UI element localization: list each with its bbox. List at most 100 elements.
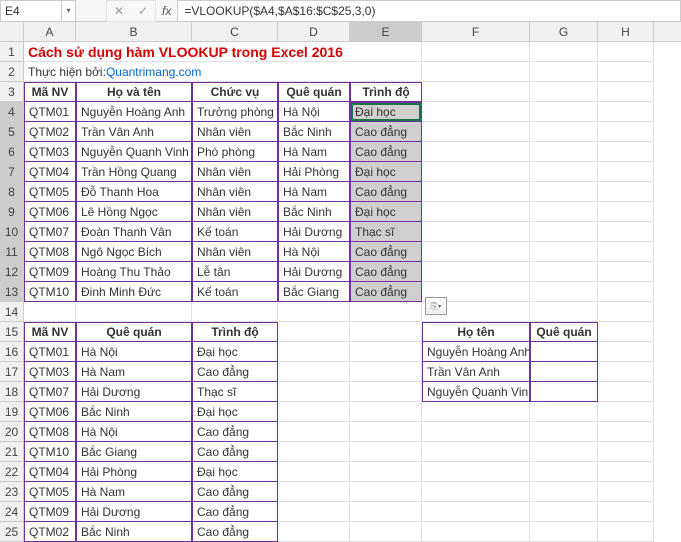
row-header[interactable]: 20 [0, 422, 24, 442]
cell[interactable] [278, 402, 350, 422]
cell[interactable]: Đại học [350, 202, 422, 222]
cell[interactable] [422, 42, 530, 62]
cell[interactable] [530, 62, 598, 82]
row-header[interactable]: 14 [0, 302, 24, 322]
cell[interactable]: Lê Hồng Ngọc [76, 202, 192, 222]
cell[interactable] [598, 442, 654, 462]
row-header[interactable]: 2 [0, 62, 24, 82]
cell[interactable]: Phó phòng [192, 142, 278, 162]
cell[interactable] [350, 442, 422, 462]
cell[interactable] [598, 102, 654, 122]
cell[interactable] [422, 182, 530, 202]
cell[interactable]: QTM04 [24, 162, 76, 182]
cell[interactable]: Hà Nam [76, 482, 192, 502]
cell[interactable]: Hải Dương [278, 222, 350, 242]
cell[interactable] [598, 242, 654, 262]
cell[interactable]: QTM10 [24, 282, 76, 302]
cell[interactable] [598, 342, 654, 362]
cell[interactable] [422, 222, 530, 242]
cell[interactable] [422, 62, 530, 82]
cell[interactable] [350, 382, 422, 402]
cell[interactable] [598, 502, 654, 522]
cell[interactable] [422, 122, 530, 142]
col-header[interactable]: C [192, 22, 278, 41]
cell[interactable]: Hà Nội [76, 422, 192, 442]
paste-options-button[interactable]: ⎘▾ [425, 297, 447, 315]
cell[interactable]: Trưởng phòng [192, 102, 278, 122]
fx-icon[interactable]: fx [156, 4, 177, 18]
cell[interactable]: Hà Nội [278, 242, 350, 262]
cell[interactable]: Nhân viên [192, 122, 278, 142]
cell[interactable] [350, 322, 422, 342]
cell[interactable] [278, 322, 350, 342]
row-header[interactable]: 25 [0, 522, 24, 542]
row-header[interactable]: 17 [0, 362, 24, 382]
row-header[interactable]: 6 [0, 142, 24, 162]
cell[interactable] [598, 362, 654, 382]
cell[interactable]: Cao đẳng [350, 242, 422, 262]
cell[interactable] [422, 482, 530, 502]
cell[interactable]: Đỗ Thanh Hoa [76, 182, 192, 202]
cell[interactable] [192, 302, 278, 322]
cell[interactable] [530, 302, 598, 322]
col-header[interactable]: E [350, 22, 422, 41]
cell[interactable]: Hà Nội [278, 102, 350, 122]
cell[interactable]: Cao đẳng [192, 502, 278, 522]
row-header[interactable]: 8 [0, 182, 24, 202]
row-header[interactable]: 24 [0, 502, 24, 522]
cell[interactable] [530, 122, 598, 142]
col-header[interactable]: F [422, 22, 530, 41]
cell[interactable] [350, 462, 422, 482]
cell[interactable] [598, 322, 654, 342]
cell[interactable] [422, 242, 530, 262]
cell[interactable]: Thạc sĩ [350, 222, 422, 242]
row-header[interactable]: 4 [0, 102, 24, 122]
cell[interactable]: Đại học [192, 402, 278, 422]
title-cell[interactable]: Cách sử dụng hàm VLOOKUP trong Excel 201… [24, 42, 422, 62]
cell[interactable]: QTM08 [24, 242, 76, 262]
cell[interactable]: QTM05 [24, 482, 76, 502]
cell[interactable]: QTM10 [24, 442, 76, 462]
cell[interactable] [278, 522, 350, 542]
row-header[interactable]: 9 [0, 202, 24, 222]
cell[interactable]: Quê quán [278, 82, 350, 102]
cell[interactable]: Bắc Ninh [76, 522, 192, 542]
cell[interactable] [350, 362, 422, 382]
row-header[interactable]: 5 [0, 122, 24, 142]
cell[interactable]: Thạc sĩ [192, 382, 278, 402]
cell[interactable]: Cao đẳng [350, 122, 422, 142]
cell[interactable]: Bắc Ninh [278, 122, 350, 142]
cell[interactable] [422, 402, 530, 422]
cell[interactable] [278, 362, 350, 382]
cell[interactable]: Hải Phòng [278, 162, 350, 182]
cell[interactable]: Kế toán [192, 282, 278, 302]
cell[interactable]: Hoàng Thu Thảo [76, 262, 192, 282]
cell[interactable]: Trình độ [350, 82, 422, 102]
col-header[interactable]: D [278, 22, 350, 41]
cell[interactable] [598, 182, 654, 202]
cell[interactable] [598, 82, 654, 102]
col-header[interactable]: H [598, 22, 654, 41]
cell[interactable]: QTM07 [24, 222, 76, 242]
cell[interactable]: QTM01 [24, 342, 76, 362]
cell[interactable]: Hà Nội [76, 342, 192, 362]
cell[interactable]: Đại học [350, 102, 422, 122]
cell[interactable]: Cao đẳng [192, 522, 278, 542]
cell[interactable] [350, 342, 422, 362]
cell[interactable] [598, 402, 654, 422]
cell[interactable]: Đại học [192, 462, 278, 482]
cell[interactable] [598, 202, 654, 222]
cell[interactable] [278, 382, 350, 402]
cell[interactable] [598, 282, 654, 302]
cell[interactable]: QTM07 [24, 382, 76, 402]
cell[interactable]: Bắc Giang [76, 442, 192, 462]
cell[interactable] [598, 62, 654, 82]
cell[interactable]: QTM09 [24, 262, 76, 282]
cell[interactable] [350, 482, 422, 502]
cell[interactable]: QTM09 [24, 502, 76, 522]
cell[interactable]: Bắc Ninh [76, 402, 192, 422]
cell[interactable] [530, 202, 598, 222]
row-header[interactable]: 10 [0, 222, 24, 242]
row-header[interactable]: 21 [0, 442, 24, 462]
cell[interactable]: Cao đẳng [192, 482, 278, 502]
